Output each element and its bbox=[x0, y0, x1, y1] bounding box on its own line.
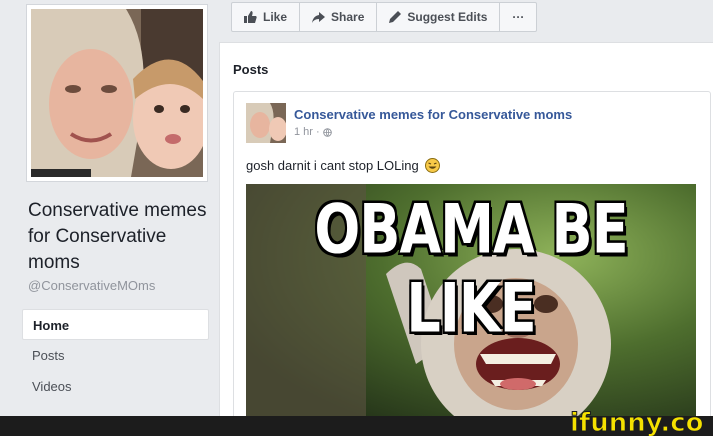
more-options-button[interactable]: ··· bbox=[500, 3, 536, 31]
post-text: gosh darnit i cant stop LOLing bbox=[246, 158, 419, 173]
pencil-icon bbox=[389, 11, 402, 23]
left-column: Conservative memes for Conservative moms… bbox=[0, 0, 219, 416]
share-label: Share bbox=[331, 10, 365, 24]
nav-item-home[interactable]: Home bbox=[22, 309, 209, 340]
post-author-name[interactable]: Conservative memes for Conservative moms bbox=[294, 107, 572, 122]
like-label: Like bbox=[263, 10, 288, 24]
page-nav: Home Posts Videos bbox=[22, 309, 209, 402]
nav-item-posts[interactable]: Posts bbox=[22, 340, 209, 371]
post-meta: 1 hr · bbox=[294, 126, 332, 138]
suggest-edits-button[interactable]: Suggest Edits bbox=[377, 3, 501, 31]
share-arrow-icon bbox=[312, 11, 326, 23]
share-button[interactable]: Share bbox=[300, 3, 378, 31]
ifunny-watermark: ifunny.co bbox=[570, 404, 705, 436]
laughing-emoji-icon bbox=[424, 158, 440, 173]
post-text-row: gosh darnit i cant stop LOLing bbox=[246, 158, 440, 173]
post-card: Conservative memes for Conservative moms… bbox=[233, 91, 711, 419]
meta-separator: · bbox=[315, 126, 320, 138]
page-name[interactable]: Conservative memes for Conservative moms bbox=[28, 198, 218, 276]
nav-item-videos[interactable]: Videos bbox=[22, 371, 209, 402]
suggest-edits-label: Suggest Edits bbox=[407, 10, 488, 24]
profile-picture-frame[interactable] bbox=[26, 4, 208, 182]
post-author-avatar[interactable] bbox=[246, 103, 286, 143]
svg-text:ifunny.co: ifunny.co bbox=[570, 408, 703, 436]
profile-photo[interactable] bbox=[31, 9, 203, 177]
meme-image[interactable]: OBAMA BE LIKE bbox=[246, 184, 696, 418]
page-handle[interactable]: @ConservativeMOms bbox=[28, 278, 155, 293]
thumbs-up-icon bbox=[244, 11, 257, 23]
meme-caption: OBAMA BE LIKE bbox=[314, 190, 628, 348]
posts-section: Posts Conservative memes for Conservativ… bbox=[219, 42, 713, 419]
page-action-bar: Like Share Suggest Edits ··· bbox=[231, 2, 538, 32]
post-timestamp[interactable]: 1 hr bbox=[294, 126, 313, 138]
posts-heading: Posts bbox=[233, 62, 269, 77]
more-dots-icon: ··· bbox=[512, 10, 525, 24]
like-button[interactable]: Like bbox=[232, 3, 301, 31]
globe-icon bbox=[322, 127, 332, 137]
